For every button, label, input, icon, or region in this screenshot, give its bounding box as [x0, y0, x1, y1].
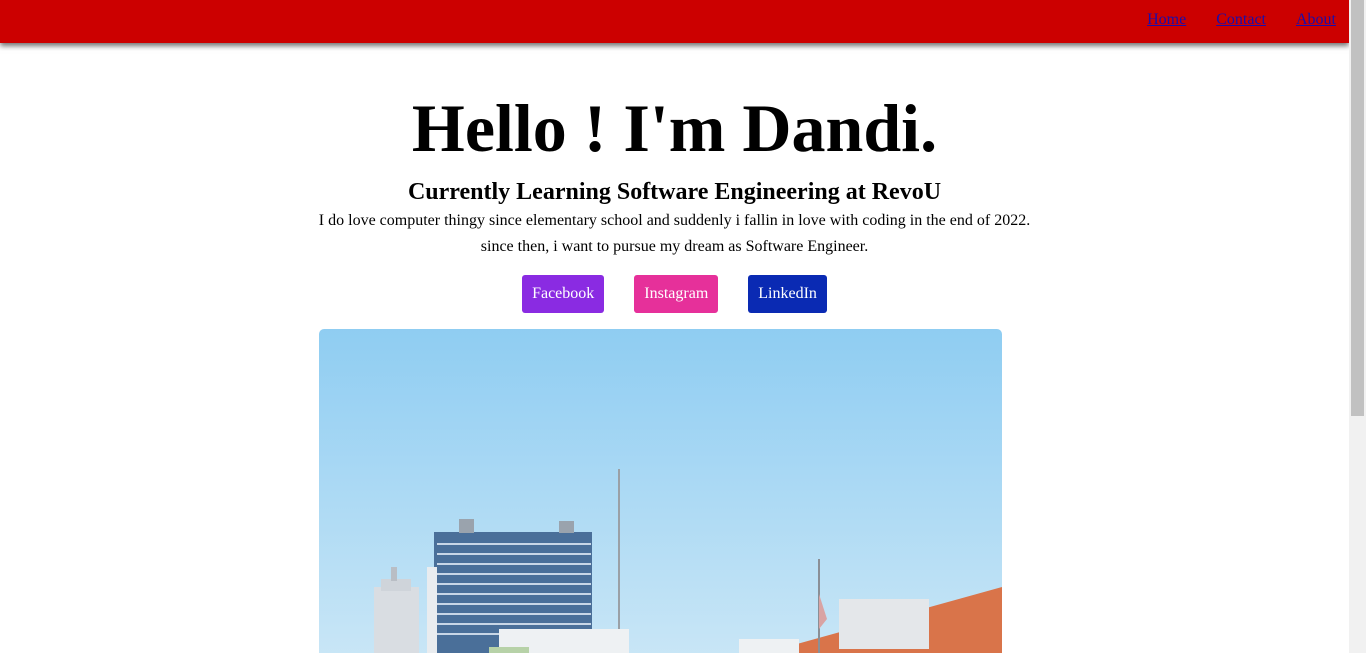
- hero-subtitle: Currently Learning Software Engineering …: [407, 179, 942, 205]
- hero-description-line-1: I do love computer thingy since elementa…: [318, 212, 1031, 229]
- profile-photo: [319, 329, 1002, 653]
- hero-title: Hello ! I'm Dandi.: [411, 90, 938, 166]
- city-photo-illustration: [319, 329, 1002, 653]
- linkedin-button[interactable]: LinkedIn: [748, 275, 827, 313]
- nav-links: Home Contact About: [1147, 11, 1336, 29]
- vertical-scrollbar[interactable]: [1349, 0, 1366, 653]
- hero-description-line-2: since then, i want to pursue my dream as…: [480, 238, 869, 255]
- facebook-button[interactable]: Facebook: [522, 275, 605, 313]
- hero-description: I do love computer thingy since elementa…: [0, 208, 1349, 260]
- nav-link-home[interactable]: Home: [1147, 11, 1186, 29]
- page: Home Contact About Hello ! I'm Dandi. Cu…: [0, 0, 1366, 653]
- top-navbar: Home Contact About: [0, 0, 1349, 43]
- nav-link-contact[interactable]: Contact: [1216, 11, 1266, 29]
- instagram-button[interactable]: Instagram: [634, 275, 719, 313]
- scrollbar-thumb[interactable]: [1351, 0, 1364, 416]
- social-buttons: Facebook Instagram LinkedIn: [0, 275, 1349, 313]
- nav-link-about[interactable]: About: [1296, 11, 1336, 29]
- hero-section: Hello ! I'm Dandi. Currently Learning So…: [0, 43, 1349, 313]
